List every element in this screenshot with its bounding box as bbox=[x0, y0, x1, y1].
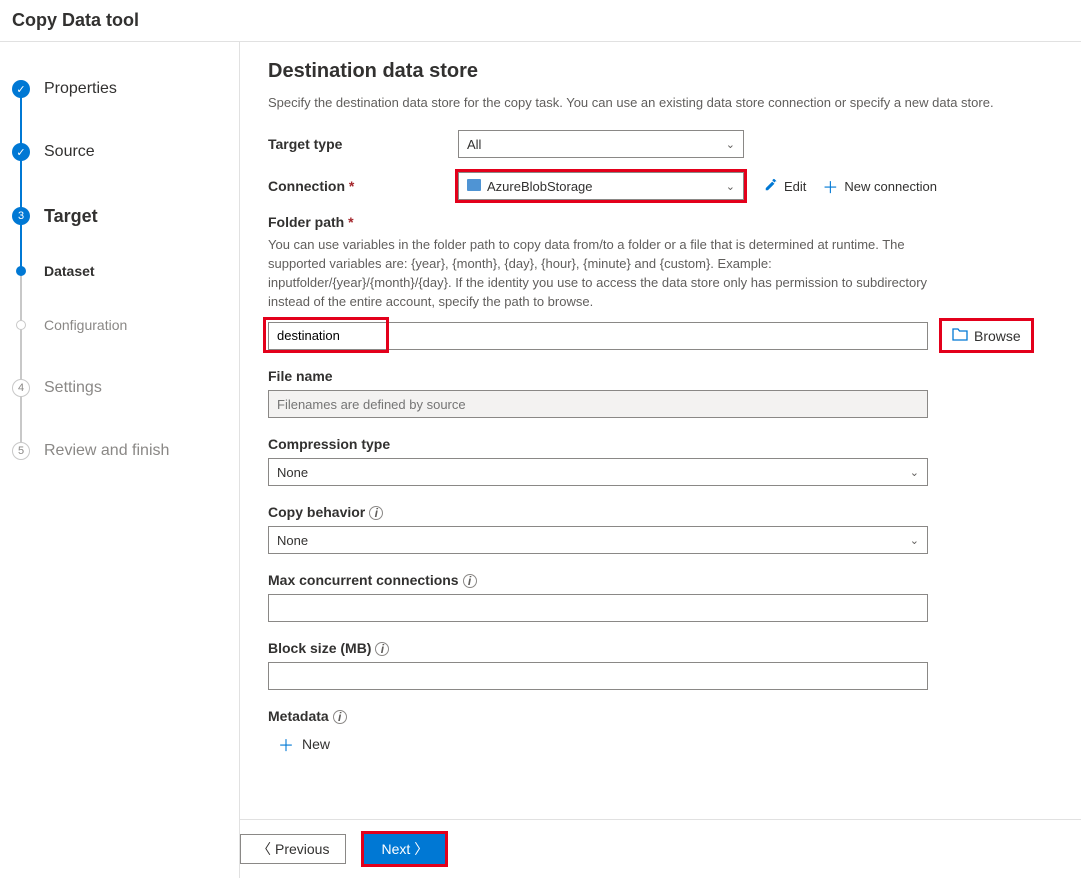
metadata-label: Metadatai bbox=[268, 708, 1057, 724]
plus-icon: ＋ bbox=[278, 732, 294, 756]
step-target[interactable]: 3 Target bbox=[0, 188, 239, 244]
chevron-right-icon: 〉 bbox=[414, 839, 428, 859]
max-conn-label: Max concurrent connectionsi bbox=[268, 572, 1057, 588]
pending-dot-icon bbox=[16, 320, 26, 330]
copy-behavior-select[interactable]: None ⌄ bbox=[268, 526, 928, 554]
check-icon bbox=[12, 143, 30, 161]
storage-icon bbox=[467, 179, 481, 191]
chevron-left-icon: 〈 bbox=[257, 839, 271, 859]
connection-select[interactable]: AzureBlobStorage ⌄ bbox=[458, 172, 744, 200]
info-icon[interactable]: i bbox=[463, 574, 477, 588]
info-icon[interactable]: i bbox=[375, 642, 389, 656]
previous-button[interactable]: 〈 Previous bbox=[240, 834, 346, 864]
max-conn-input[interactable] bbox=[268, 594, 928, 622]
app-title: Copy Data tool bbox=[12, 10, 139, 30]
step-dataset[interactable]: Dataset bbox=[0, 244, 239, 298]
info-icon[interactable]: i bbox=[369, 506, 383, 520]
main-panel: Destination data store Specify the desti… bbox=[240, 42, 1081, 878]
copy-behavior-label: Copy behaviori bbox=[268, 504, 1057, 520]
next-button[interactable]: Next 〉 bbox=[364, 834, 445, 864]
wizard-sidebar: Properties Source 3 Target Dataset Confi… bbox=[0, 42, 240, 878]
target-type-label: Target type bbox=[268, 136, 458, 152]
plus-icon: ＋ bbox=[822, 174, 838, 198]
wizard-footer: 〈 Previous Next 〉 bbox=[240, 819, 1081, 878]
step-number-icon: 3 bbox=[12, 207, 30, 225]
step-configuration[interactable]: Configuration bbox=[0, 298, 239, 352]
block-size-label: Block size (MB)i bbox=[268, 640, 1057, 656]
browse-button[interactable]: Browse bbox=[942, 321, 1031, 350]
page-title: Destination data store bbox=[268, 60, 1057, 83]
file-name-label: File name bbox=[268, 368, 1057, 384]
page-description: Specify the destination data store for t… bbox=[268, 95, 1057, 110]
metadata-new-button[interactable]: ＋ New bbox=[278, 732, 1057, 756]
chevron-down-icon: ⌄ bbox=[726, 180, 735, 193]
target-type-row: Target type All ⌄ bbox=[268, 130, 1057, 158]
app-header: Copy Data tool bbox=[0, 0, 1081, 42]
connection-label: Connection * bbox=[268, 178, 458, 194]
dot-icon bbox=[16, 266, 26, 276]
step-review[interactable]: 5 Review and finish bbox=[0, 424, 239, 478]
connection-row: Connection * AzureBlobStorage ⌄ Edit ＋ N… bbox=[268, 172, 1057, 200]
compression-select[interactable]: None ⌄ bbox=[268, 458, 928, 486]
block-size-input[interactable] bbox=[268, 662, 928, 690]
info-icon[interactable]: i bbox=[333, 710, 347, 724]
folder-path-help: You can use variables in the folder path… bbox=[268, 236, 928, 311]
chevron-down-icon: ⌄ bbox=[726, 138, 735, 151]
chevron-down-icon: ⌄ bbox=[910, 534, 919, 547]
chevron-down-icon: ⌄ bbox=[910, 466, 919, 479]
target-type-select[interactable]: All ⌄ bbox=[458, 130, 744, 158]
folder-path-label: Folder path * bbox=[268, 214, 1057, 230]
step-source[interactable]: Source bbox=[0, 116, 239, 188]
new-connection-button[interactable]: ＋ New connection bbox=[822, 174, 937, 198]
step-properties[interactable]: Properties bbox=[0, 62, 239, 116]
edit-connection-button[interactable]: Edit bbox=[764, 178, 806, 195]
folder-icon bbox=[952, 327, 968, 344]
step-settings[interactable]: 4 Settings bbox=[0, 352, 239, 424]
compression-label: Compression type bbox=[268, 436, 1057, 452]
file-name-input bbox=[268, 390, 928, 418]
check-icon bbox=[12, 80, 30, 98]
step-number-icon: 4 bbox=[12, 379, 30, 397]
pencil-icon bbox=[764, 178, 778, 195]
folder-path-input[interactable] bbox=[268, 322, 928, 350]
step-number-icon: 5 bbox=[12, 442, 30, 460]
